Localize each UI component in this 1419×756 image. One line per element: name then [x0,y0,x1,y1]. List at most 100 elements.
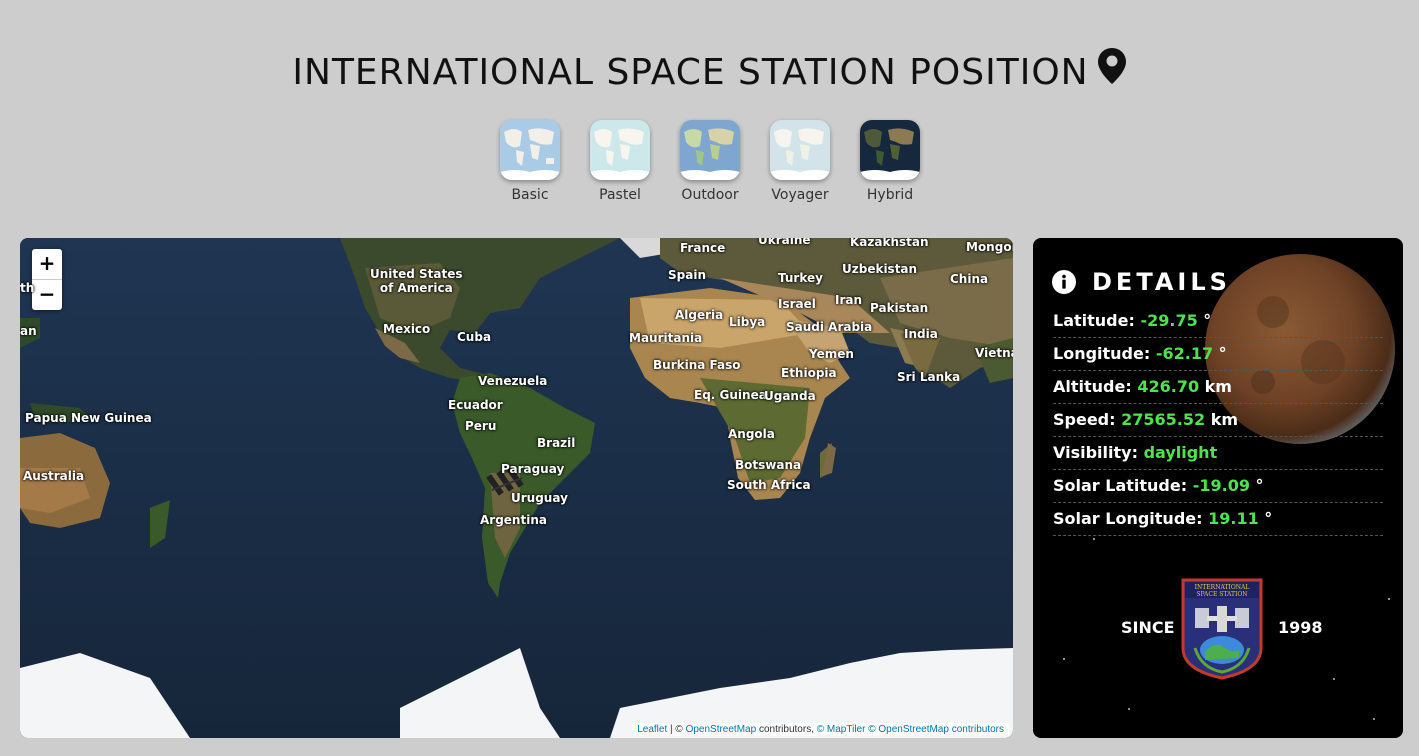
detail-row-longitude: Longitude: -62.17 ° [1053,338,1383,371]
detail-label: Longitude: [1053,344,1151,363]
detail-label: Speed: [1053,410,1116,429]
map-label-turkey: Turkey [778,271,823,285]
detail-row-solar-latitude: Solar Latitude: -19.09 ° [1053,470,1383,503]
details-title: DETAILS [1092,268,1231,296]
map-label-an: an [20,324,37,338]
map-label-png: Papua New Guinea [25,411,152,425]
map-label-cuba: Cuba [457,330,492,344]
detail-value: daylight [1143,443,1218,462]
map-label-india: India [904,327,938,341]
map-label-eqguinea: Eq. Guinea [694,388,767,402]
map-label-usa: United States of America [370,267,463,295]
detail-value: 19.11 [1208,509,1259,528]
layer-pastel-thumbnail[interactable] [590,120,650,180]
map-label-burkina: Burkina Faso [653,358,741,372]
map-label-angola: Angola [728,427,775,441]
details-list: Latitude: -29.75 ° Longitude: -62.17 ° A… [1053,305,1383,536]
detail-row-latitude: Latitude: -29.75 ° [1053,305,1383,338]
layer-outdoor[interactable]: Outdoor [680,120,740,203]
since-label: SINCE [1121,618,1175,637]
layer-switcher: Basic Pastel Outdoor Voyager Hybrid [500,120,920,203]
layer-basic-label: Basic [511,187,549,203]
since-year: 1998 [1278,618,1323,637]
layer-outdoor-label: Outdoor [681,187,739,203]
zoom-in-button[interactable]: + [32,249,62,279]
info-icon [1052,270,1076,294]
map-label-iran: Iran [835,293,863,307]
map-marker-icon [1097,47,1127,94]
iss-patch-logo: INTERNATIONAL SPACE STATION [1181,578,1263,680]
layer-outdoor-thumbnail[interactable] [680,120,740,180]
map-label-srilanka: Sri Lanka [897,370,961,384]
details-header: DETAILS [1052,268,1231,296]
maptiler-link[interactable]: © MapTiler [817,724,866,735]
detail-row-visibility: Visibility: daylight [1053,437,1383,470]
map-label-argentina: Argentina [480,513,547,527]
detail-unit: ° [1264,509,1273,528]
map-label-algeria: Algeria [675,308,724,322]
map-label-mauritania: Mauritania [629,331,703,345]
layer-hybrid-label: Hybrid [866,187,914,203]
zoom-out-button[interactable]: − [32,279,62,310]
patch-text-top: INTERNATIONAL [1195,584,1250,591]
layer-hybrid-thumbnail[interactable] [860,120,920,180]
detail-row-speed: Speed: 27565.52 km [1053,404,1383,437]
map-label-china: China [950,272,989,286]
map-label-th: th [20,281,35,295]
map-label-ukraine: Ukraine [758,238,811,247]
map-label-yemen: Yemen [809,347,854,361]
since-section: SINCE INTERNATIONAL SPACE STATION 1998 [1033,576,1403,680]
map-label-southafrica: South Africa [727,478,811,492]
map-label-venezuela: Venezuela [478,374,548,388]
map-label-uganda: Uganda [764,389,816,403]
map-tiles [20,238,1013,738]
map-label-ecuador: Ecuador [448,398,503,412]
attribution-sep: | © [667,724,686,735]
patch-text-bottom: SPACE STATION [1196,591,1247,598]
map-label-france: France [680,241,726,255]
detail-value: -62.17 [1155,344,1214,363]
layer-voyager[interactable]: Voyager [770,120,830,203]
osm-link[interactable]: OpenStreetMap [686,724,757,735]
map-label-brazil: Brazil [537,436,576,450]
detail-value: -29.75 [1140,311,1198,330]
detail-label: Altitude: [1053,377,1132,396]
detail-label: Solar Latitude: [1053,476,1188,495]
map-label-paraguay: Paraguay [501,462,565,476]
map-label-pakistan: Pakistan [870,301,929,315]
detail-unit: ° [1203,311,1212,330]
detail-unit: km [1210,410,1239,429]
leaflet-link[interactable]: Leaflet [637,724,667,735]
detail-unit: ° [1218,344,1227,363]
map-label-vietnam: Vietna [975,346,1013,360]
detail-unit: ° [1255,476,1264,495]
map-attribution: Leaflet | © OpenStreetMap contributors, … [632,723,1009,736]
detail-value: -19.09 [1192,476,1250,495]
map-label-ethiopia: Ethiopia [781,366,837,380]
page-title-text: INTERNATIONAL SPACE STATION POSITION [292,52,1089,94]
layer-pastel[interactable]: Pastel [590,120,650,203]
map-label-mexico: Mexico [383,322,431,336]
detail-row-altitude: Altitude: 426.70 km [1053,371,1383,404]
map-label-botswana: Botswana [735,458,802,472]
detail-value: 426.70 [1137,377,1200,396]
detail-label: Visibility: [1053,443,1138,462]
map-label-australia: Australia [23,469,85,483]
map-label-libya: Libya [729,315,766,329]
map-label-kazakhstan: Kazakhstan [850,238,929,249]
osm-contributors-link[interactable]: © OpenStreetMap contributors [868,724,1004,735]
layer-hybrid[interactable]: Hybrid [860,120,920,203]
layer-basic[interactable]: Basic [500,120,560,203]
layer-basic-thumbnail[interactable] [500,120,560,180]
zoom-control: + − [32,249,62,310]
world-map[interactable]: + − France Ukraine Kazakhstan Mongoli Un… [20,238,1013,738]
layer-voyager-thumbnail[interactable] [770,120,830,180]
layer-voyager-label: Voyager [771,187,829,203]
detail-label: Latitude: [1053,311,1135,330]
page-title: INTERNATIONAL SPACE STATION POSITION [0,47,1419,94]
detail-row-solar-longitude: Solar Longitude: 19.11 ° [1053,503,1383,536]
attribution-contrib: contributors, [756,724,817,735]
map-label-saudi: Saudi Arabia [786,320,873,334]
map-label-spain: Spain [668,268,706,282]
detail-label: Solar Longitude: [1053,509,1203,528]
